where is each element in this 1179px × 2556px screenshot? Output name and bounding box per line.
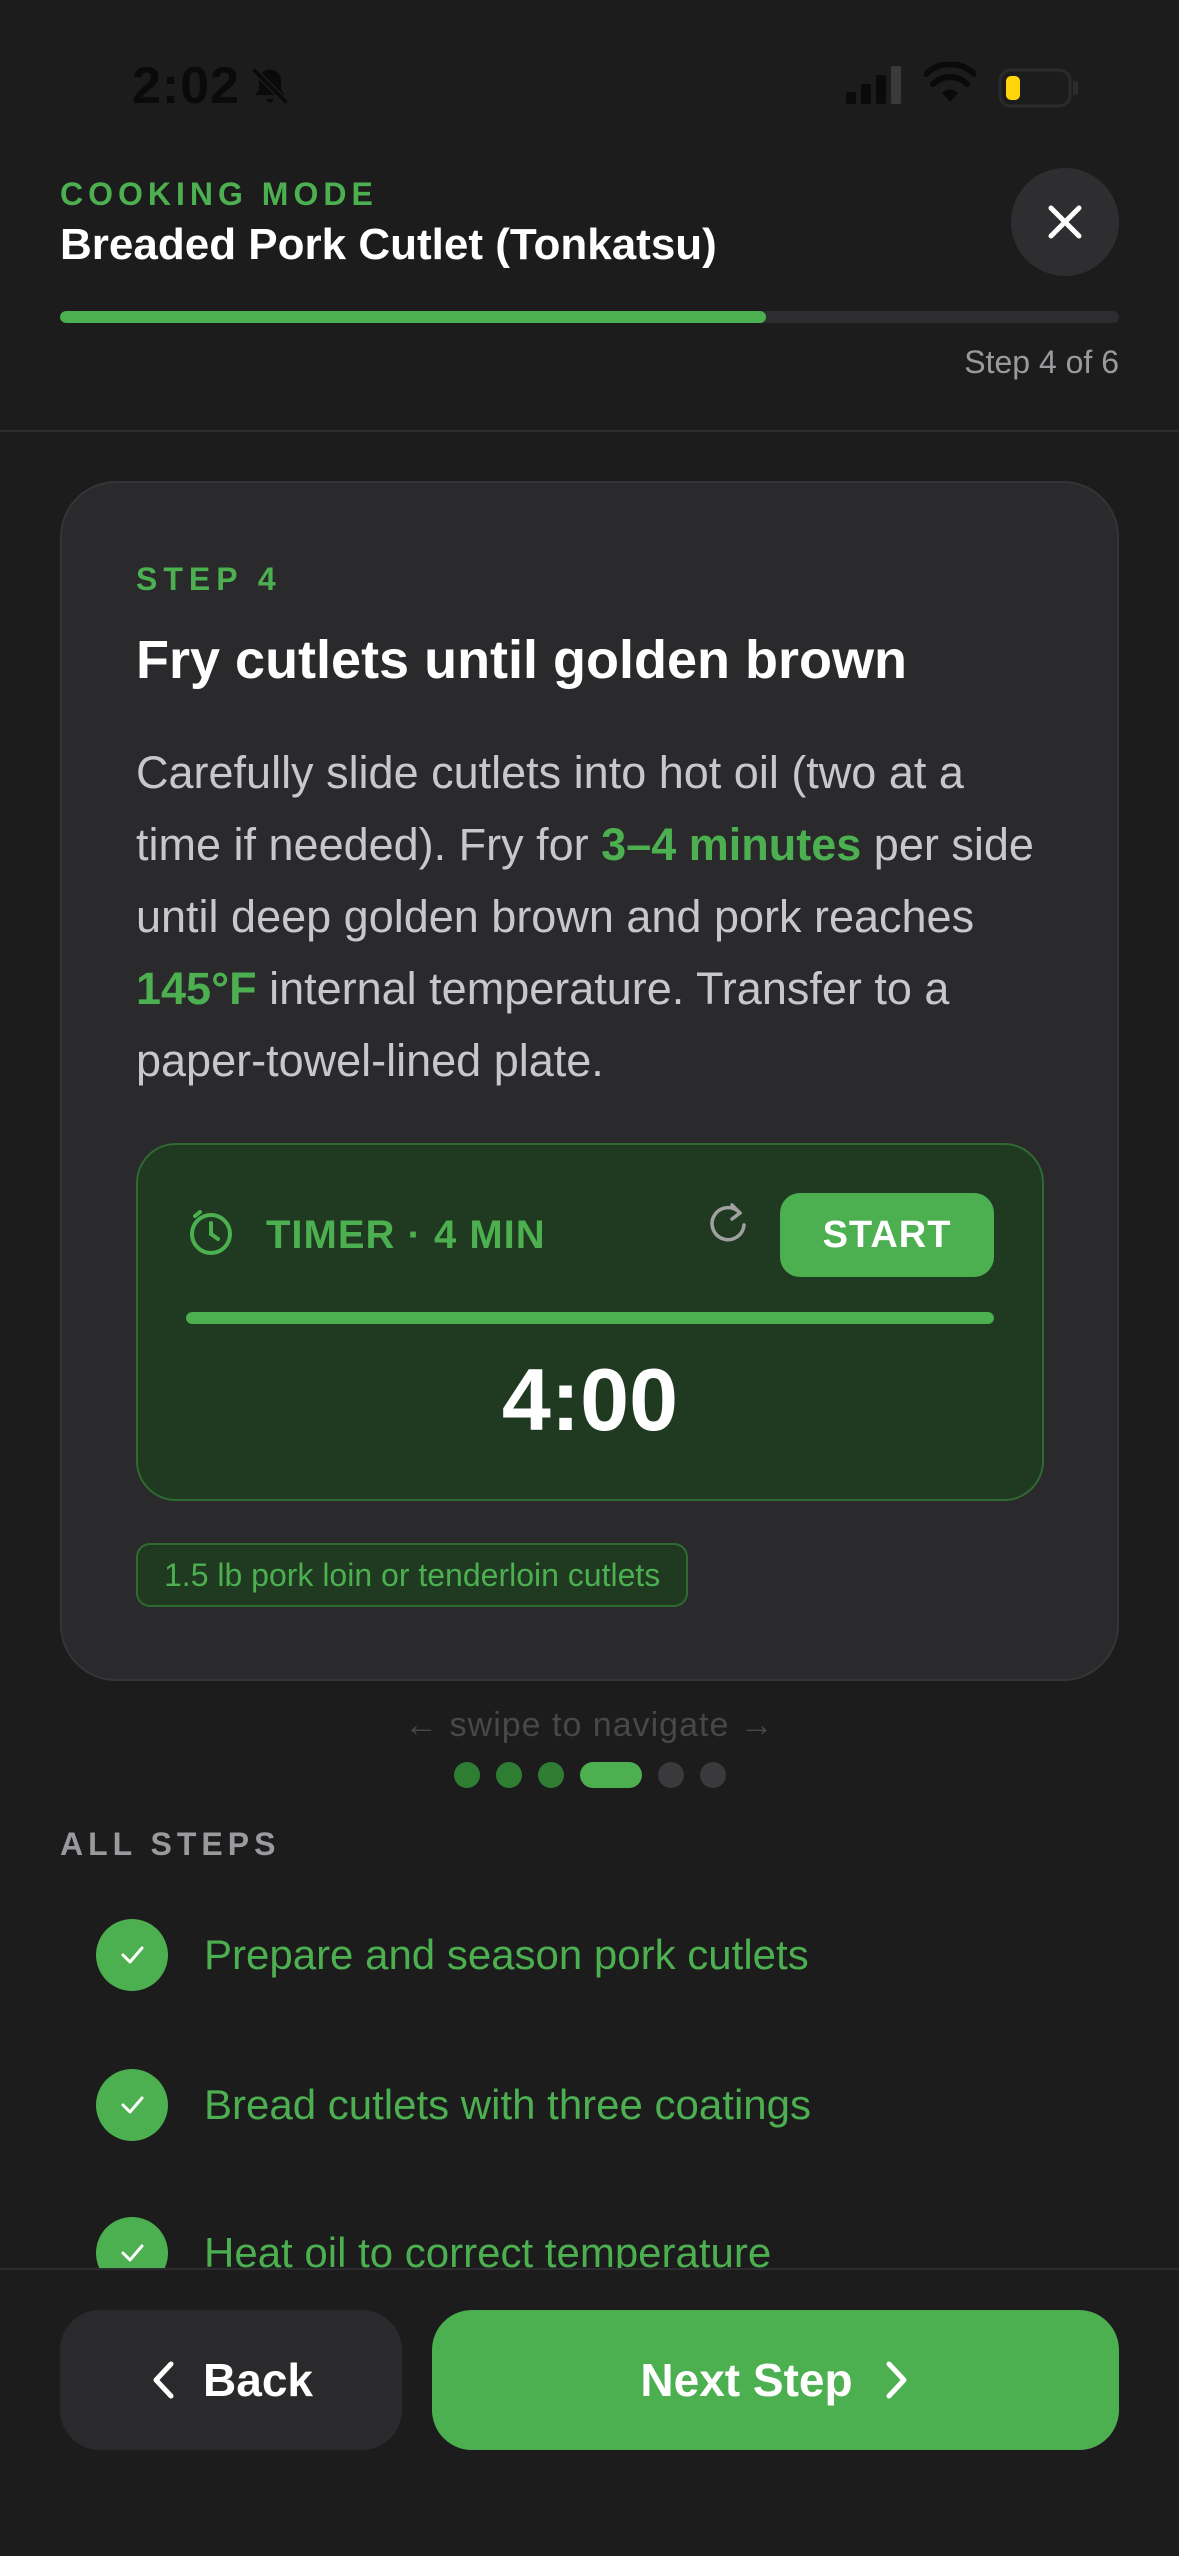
recipe-title: Breaded Pork Cutlet (Tonkatsu) (60, 220, 717, 269)
list-item-step-2[interactable]: Bread cutlets with three coatings (96, 2050, 811, 2160)
highlight-temperature: 145°F (136, 963, 257, 1014)
step-title: Fry cutlets until golden brown (136, 630, 908, 690)
step-item-label: Prepare and season pork cutlets (204, 1931, 809, 1978)
next-step-button-label: Next Step (640, 2354, 853, 2406)
reset-timer-icon[interactable] (704, 1199, 752, 1252)
pager-dot-3[interactable] (537, 1762, 564, 1788)
step-item-label: Bread cutlets with three coatings (204, 2081, 811, 2128)
ingredient-chip[interactable]: 1.5 lb pork loin or tenderloin cutlets (136, 1543, 689, 1607)
timer-label: TIMER · 4 MIN (266, 1213, 546, 1257)
list-item-step-3[interactable]: Heat oil to correct temperature (96, 2198, 771, 2270)
check-circle-icon (96, 2069, 168, 2141)
step-description-text: internal temperature. Transfer to a pape… (136, 963, 950, 1086)
cellular-signal-icon (846, 66, 904, 111)
bell-muted-icon (248, 64, 292, 113)
step-card[interactable]: STEP 4 Fry cutlets until golden brown Ca… (60, 481, 1119, 1681)
step-count: Step 4 of 6 (964, 344, 1119, 380)
step-number-label: STEP 4 (136, 561, 282, 597)
chevron-left-icon (153, 2361, 174, 2399)
cooking-mode-label: COOKING MODE (60, 176, 378, 212)
step-item-label: Heat oil to correct temperature (204, 2229, 772, 2270)
cooking-mode-screen: 2:02 COOKING MODE Breaded Pork Cutlet (T… (0, 0, 1179, 2556)
all-steps-list[interactable]: Prepare and season pork cutlets Bread cu… (0, 1880, 1179, 2270)
pager-dot-4[interactable] (579, 1762, 642, 1788)
status-time: 2:02 (132, 57, 241, 115)
next-step-button[interactable]: Next Step (432, 2310, 1119, 2450)
close-button[interactable] (1011, 168, 1119, 276)
status-bar: 2:02 (0, 0, 1179, 150)
check-circle-icon (96, 1919, 168, 1991)
pager-dot-1[interactable] (453, 1762, 480, 1788)
start-timer-button[interactable]: START (780, 1193, 994, 1277)
pager-dot-5[interactable] (657, 1762, 684, 1788)
swipe-hint: ← swipe to navigate → (404, 1706, 775, 1744)
bottom-navigation: Back Next Step (0, 2268, 1179, 2556)
back-button[interactable]: Back (60, 2310, 402, 2450)
pager-dot-2[interactable] (495, 1762, 522, 1788)
highlight-duration: 3–4 minutes (601, 819, 862, 870)
recipe-progress-fill (60, 311, 767, 323)
close-icon (1048, 205, 1082, 239)
timer-progress-bar (186, 1312, 994, 1324)
recipe-progress-bar (60, 311, 1119, 323)
all-steps-heading: ALL STEPS (60, 1826, 281, 1862)
stopwatch-icon (186, 1207, 236, 1262)
pager-dot-6[interactable] (699, 1762, 726, 1788)
timer-panel: TIMER · 4 MIN START 4:00 (136, 1143, 1044, 1501)
timer-display: 4:00 (501, 1350, 679, 1449)
step-description: Carefully slide cutlets into hot oil (tw… (136, 737, 1056, 1097)
list-item-step-1[interactable]: Prepare and season pork cutlets (96, 1900, 809, 2010)
chevron-right-icon (886, 2361, 907, 2399)
back-button-label: Back (203, 2354, 313, 2406)
step-pager-dots (0, 1762, 1179, 1788)
battery-low-icon (998, 68, 1080, 113)
timer-progress-fill (186, 1312, 994, 1324)
wifi-icon (923, 61, 977, 109)
header-divider (0, 430, 1179, 432)
check-circle-icon (96, 2217, 168, 2270)
